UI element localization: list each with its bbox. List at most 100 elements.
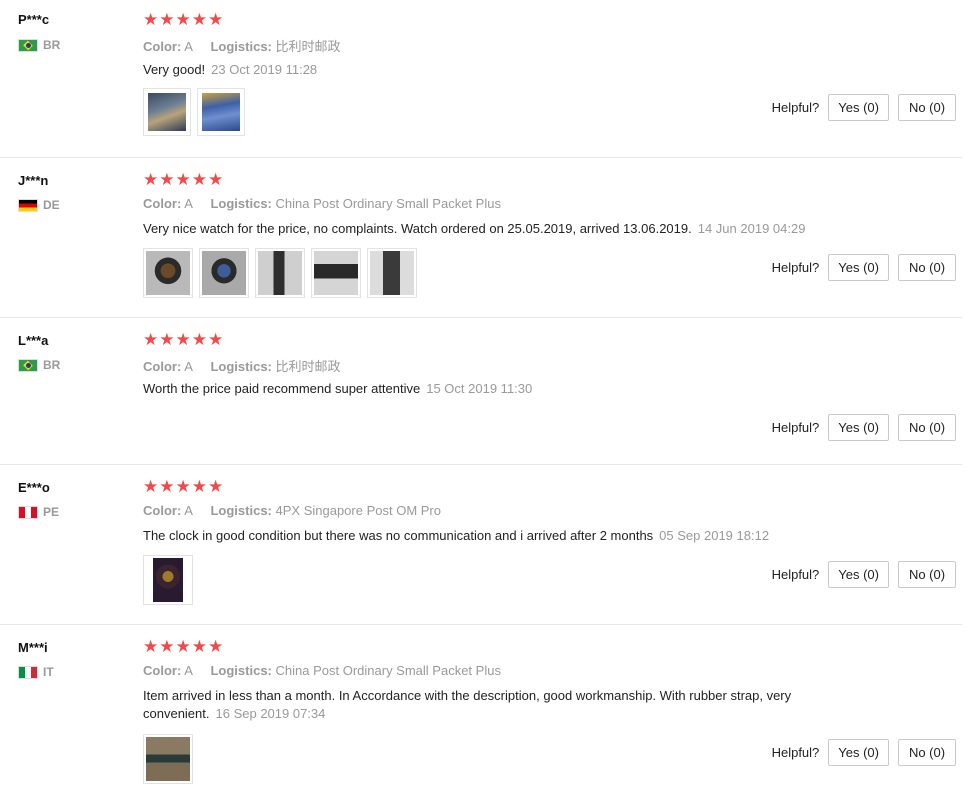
reviewer-country: BR [18, 358, 60, 372]
review-photos [143, 555, 193, 605]
color-value: A [184, 663, 193, 678]
country-code: IT [43, 665, 54, 679]
comment-text: Very good! [143, 62, 206, 77]
star-rating: ★★★★★ [143, 10, 225, 29]
comment-text: Very nice watch for the price, no compla… [143, 221, 692, 236]
reviewer-country: IT [18, 665, 54, 679]
helpful-no-button[interactable]: No (0) [898, 94, 956, 121]
color-label: Color: [143, 359, 182, 374]
helpful-yes-button[interactable]: Yes (0) [828, 254, 889, 281]
reviewer-name: P***c [18, 12, 50, 27]
star-rating: ★★★★★ [143, 170, 225, 189]
helpful-yes-button[interactable]: Yes (0) [828, 561, 889, 588]
review-photo-thumbnail[interactable] [143, 555, 193, 605]
helpful-label: Helpful? [771, 745, 820, 760]
review-comment: Worth the price paid recommend super att… [143, 380, 843, 398]
logistics-label: Logistics: [210, 196, 272, 211]
helpful-vote-group: Helpful? Yes (0) No (0) [772, 414, 956, 441]
helpful-yes-button[interactable]: Yes (0) [828, 94, 889, 121]
review-item: L***a BR ★★★★★ Color: A Logistics: 比利时邮政… [0, 317, 962, 465]
italy-flag-icon [18, 665, 38, 679]
review-comment: The clock in good condition but there wa… [143, 527, 843, 545]
review-date: 23 Oct 2019 11:28 [211, 62, 318, 77]
germany-flag-icon [18, 198, 38, 212]
logistics-value: 4PX Singapore Post OM Pro [275, 503, 441, 518]
review-photo-thumbnail[interactable] [255, 248, 305, 298]
logistics-label: Logistics: [210, 663, 272, 678]
country-code: DE [43, 198, 60, 212]
comment-text: The clock in good condition but there wa… [143, 528, 654, 543]
logistics-label: Logistics: [210, 503, 272, 518]
helpful-vote-group: Helpful? Yes (0) No (0) [772, 561, 956, 588]
color-label: Color: [143, 39, 182, 54]
review-photo-thumbnail[interactable] [143, 734, 193, 784]
review-meta: Color: A Logistics: 4PX Singapore Post O… [143, 503, 441, 518]
review-meta: Color: A Logistics: China Post Ordinary … [143, 196, 501, 211]
reviewer-country: PE [18, 505, 59, 519]
review-meta: Color: A Logistics: 比利时邮政 [143, 36, 341, 55]
helpful-vote-group: Helpful? Yes (0) No (0) [772, 254, 956, 281]
helpful-no-button[interactable]: No (0) [898, 561, 956, 588]
peru-flag-icon [18, 505, 38, 519]
brazil-flag-icon [18, 38, 38, 52]
reviewer-country: BR [18, 38, 60, 52]
country-code: PE [43, 505, 60, 519]
color-label: Color: [143, 503, 182, 518]
color-value: A [184, 196, 193, 211]
review-photo-thumbnail[interactable] [199, 248, 249, 298]
review-photo-thumbnail[interactable] [197, 88, 245, 136]
logistics-label: Logistics: [210, 39, 272, 54]
logistics-value: China Post Ordinary Small Packet Plus [275, 663, 501, 678]
helpful-no-button[interactable]: No (0) [898, 739, 956, 766]
review-date: 16 Sep 2019 07:34 [215, 706, 326, 721]
reviewer-name: E***o [18, 480, 50, 495]
review-photos [143, 248, 417, 298]
review-item: J***n DE ★★★★★ Color: A Logistics: China… [0, 157, 962, 318]
brazil-flag-icon [18, 358, 38, 372]
helpful-vote-group: Helpful? Yes (0) No (0) [772, 94, 956, 121]
logistics-value: China Post Ordinary Small Packet Plus [275, 196, 501, 211]
review-item: P***c BR ★★★★★ Color: A Logistics: 比利时邮政… [0, 0, 962, 158]
review-item: E***o PE ★★★★★ Color: A Logistics: 4PX S… [0, 464, 962, 625]
star-rating: ★★★★★ [143, 477, 225, 496]
helpful-no-button[interactable]: No (0) [898, 414, 956, 441]
review-photos [143, 88, 245, 136]
review-date: 14 Jun 2019 04:29 [697, 221, 806, 236]
review-photo-thumbnail[interactable] [143, 88, 191, 136]
review-date: 15 Oct 2019 11:30 [426, 381, 533, 396]
country-code: BR [43, 358, 61, 372]
star-rating: ★★★★★ [143, 637, 225, 656]
review-comment: Very nice watch for the price, no compla… [143, 220, 843, 238]
reviewer-country: DE [18, 198, 60, 212]
helpful-vote-group: Helpful? Yes (0) No (0) [772, 739, 956, 766]
helpful-label: Helpful? [771, 567, 820, 582]
color-value: A [184, 359, 193, 374]
helpful-label: Helpful? [771, 260, 820, 275]
review-meta: Color: A Logistics: 比利时邮政 [143, 356, 341, 375]
reviewer-name: M***i [18, 640, 48, 655]
logistics-label: Logistics: [210, 359, 272, 374]
helpful-no-button[interactable]: No (0) [898, 254, 956, 281]
comment-text: Worth the price paid recommend super att… [143, 381, 421, 396]
reviewer-name: L***a [18, 333, 49, 348]
color-value: A [184, 39, 193, 54]
helpful-label: Helpful? [771, 420, 820, 435]
color-label: Color: [143, 663, 182, 678]
review-photo-thumbnail[interactable] [367, 248, 417, 298]
logistics-value: 比利时邮政 [275, 359, 341, 374]
review-photo-thumbnail[interactable] [311, 248, 361, 298]
reviewer-name: J***n [18, 173, 49, 188]
review-date: 05 Sep 2019 18:12 [659, 528, 770, 543]
color-label: Color: [143, 196, 182, 211]
review-item: M***i IT ★★★★★ Color: A Logistics: China… [0, 624, 962, 799]
review-photos [143, 734, 193, 784]
helpful-label: Helpful? [771, 100, 820, 115]
helpful-yes-button[interactable]: Yes (0) [828, 739, 889, 766]
review-photo-thumbnail[interactable] [143, 248, 193, 298]
country-code: BR [43, 38, 61, 52]
logistics-value: 比利时邮政 [275, 39, 341, 54]
color-value: A [184, 503, 193, 518]
helpful-yes-button[interactable]: Yes (0) [828, 414, 889, 441]
review-comment: Very good! 23 Oct 2019 11:28 [143, 61, 843, 79]
star-rating: ★★★★★ [143, 330, 225, 349]
